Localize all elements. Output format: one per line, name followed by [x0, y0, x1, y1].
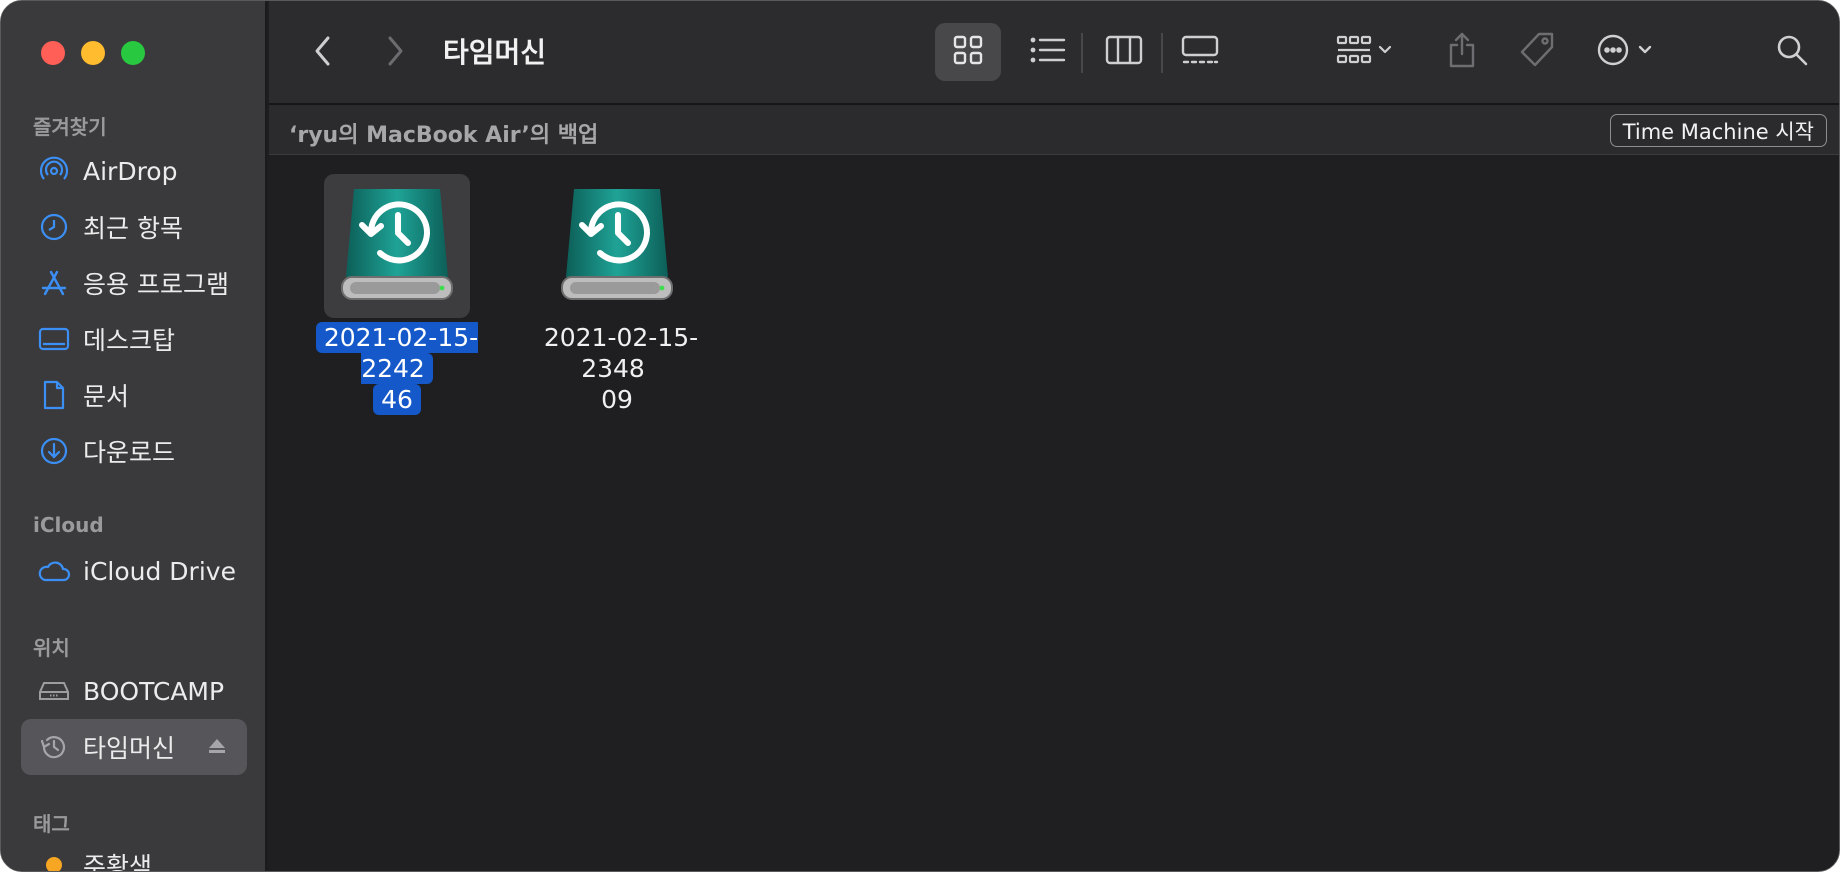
search-button[interactable]	[1767, 27, 1817, 77]
sidebar-item-tag-orange[interactable]: 주황색	[21, 837, 247, 872]
document-icon	[37, 378, 71, 412]
gallery-view-button[interactable]	[1167, 23, 1233, 81]
back-icon	[313, 35, 333, 71]
sidebar-item-label: 문서	[83, 382, 130, 411]
sidebar-item-label: BOOTCAMP	[83, 676, 225, 706]
desktop-icon	[37, 322, 71, 356]
sidebar-item-label: 주황색	[83, 852, 153, 872]
backup-name-line1: 2021-02-15-2242	[315, 322, 479, 384]
cloud-icon	[37, 554, 71, 588]
backup-name: 2021-02-15-2242 46	[297, 322, 497, 415]
airdrop-icon	[37, 154, 71, 188]
icon-view-icon	[952, 34, 984, 70]
share-icon	[1447, 31, 1477, 73]
sidebar-item-applications[interactable]: 응용 프로그램	[21, 255, 247, 311]
forward-button[interactable]	[375, 31, 415, 75]
backup-header-bar: ‘ryu의 MacBook Air’의 백업 Time Machine 시작	[269, 105, 1839, 155]
drive-icon	[37, 674, 71, 708]
sidebar-item-label: iCloud Drive	[83, 556, 236, 586]
list-view-icon	[1030, 36, 1066, 68]
sidebar-item-recents[interactable]: 최근 항목	[21, 199, 247, 255]
group-button[interactable]	[1325, 23, 1405, 81]
sidebar-section-locations: 위치	[33, 636, 70, 660]
finder-window: 즐겨찾기 AirDrop 최근 항목 응용 프로그램 데스크탑 문서 다운로드 …	[0, 0, 1840, 872]
sidebar-item-label: 응용 프로그램	[83, 270, 229, 299]
share-button[interactable]	[1437, 23, 1487, 81]
tag-button[interactable]	[1509, 23, 1565, 81]
apps-icon	[37, 266, 71, 300]
sidebar-section-favorites: 즐겨찾기	[33, 115, 107, 139]
tag-dot-icon	[37, 848, 71, 871]
sidebar-item-downloads[interactable]: 다운로드	[21, 423, 247, 479]
sidebar-item-documents[interactable]: 문서	[21, 367, 247, 423]
zoom-button[interactable]	[121, 41, 145, 65]
backup-source-label: ‘ryu의 MacBook Air’의 백업	[289, 123, 599, 148]
backup-icon-wrap	[544, 174, 690, 318]
group-icon	[1336, 34, 1394, 70]
backup-name-line2: 46	[373, 384, 421, 415]
download-icon	[37, 434, 71, 468]
toolbar: 타임머신	[269, 1, 1839, 105]
sidebar-item-label: 타임머신	[83, 734, 176, 763]
toolbar-divider	[1161, 33, 1163, 73]
sidebar-item-airdrop[interactable]: AirDrop	[21, 143, 247, 199]
toolbar-divider	[1081, 33, 1083, 73]
sidebar-item-icloud-drive[interactable]: iCloud Drive	[21, 543, 247, 599]
more-actions-button[interactable]	[1587, 23, 1663, 81]
sidebar-section-icloud: iCloud	[33, 513, 104, 537]
backup-item[interactable]: 2021-02-15-2242 46	[297, 174, 497, 415]
sidebar-item-time-machine[interactable]: 타임머신	[21, 719, 247, 775]
column-view-icon	[1105, 35, 1143, 69]
clock-icon	[37, 210, 71, 244]
column-view-button[interactable]	[1091, 23, 1157, 81]
sidebar-item-label: 최근 항목	[83, 214, 183, 243]
backup-item[interactable]: 2021-02-15-2348 09	[517, 174, 717, 415]
time-machine-icon	[37, 730, 71, 764]
close-button[interactable]	[41, 41, 65, 65]
sidebar-item-label: 데스크탑	[83, 326, 176, 355]
eject-icon[interactable]	[207, 735, 227, 759]
forward-icon	[385, 35, 405, 71]
sidebar-section-tags: 태그	[33, 812, 70, 836]
traffic-lights	[41, 41, 145, 65]
tag-icon	[1518, 31, 1556, 73]
time-machine-drive-icon	[338, 185, 456, 307]
backup-name-line1: 2021-02-15-2348	[543, 323, 699, 383]
minimize-button[interactable]	[81, 41, 105, 65]
back-button[interactable]	[303, 31, 343, 75]
list-view-button[interactable]	[1015, 23, 1081, 81]
search-icon	[1776, 34, 1808, 70]
sidebar-item-label: AirDrop	[83, 156, 178, 186]
backup-icon-wrap	[324, 174, 470, 318]
backup-name-line2: 09	[601, 385, 633, 414]
time-machine-drive-icon	[558, 185, 676, 307]
icon-view-button[interactable]	[935, 23, 1001, 81]
sidebar: 즐겨찾기 AirDrop 최근 항목 응용 프로그램 데스크탑 문서 다운로드 …	[1, 1, 267, 872]
window-title: 타임머신	[443, 36, 547, 69]
file-browser: 2021-02-15-2242 46 2021-02-15-2348 09	[269, 156, 1839, 871]
more-icon	[1596, 33, 1654, 71]
enter-time-machine-button[interactable]: Time Machine 시작	[1609, 114, 1827, 147]
gallery-view-icon	[1181, 35, 1219, 69]
backup-name: 2021-02-15-2348 09	[517, 322, 717, 415]
sidebar-item-label: 다운로드	[83, 438, 176, 467]
sidebar-item-bootcamp[interactable]: BOOTCAMP	[21, 663, 247, 719]
sidebar-item-desktop[interactable]: 데스크탑	[21, 311, 247, 367]
